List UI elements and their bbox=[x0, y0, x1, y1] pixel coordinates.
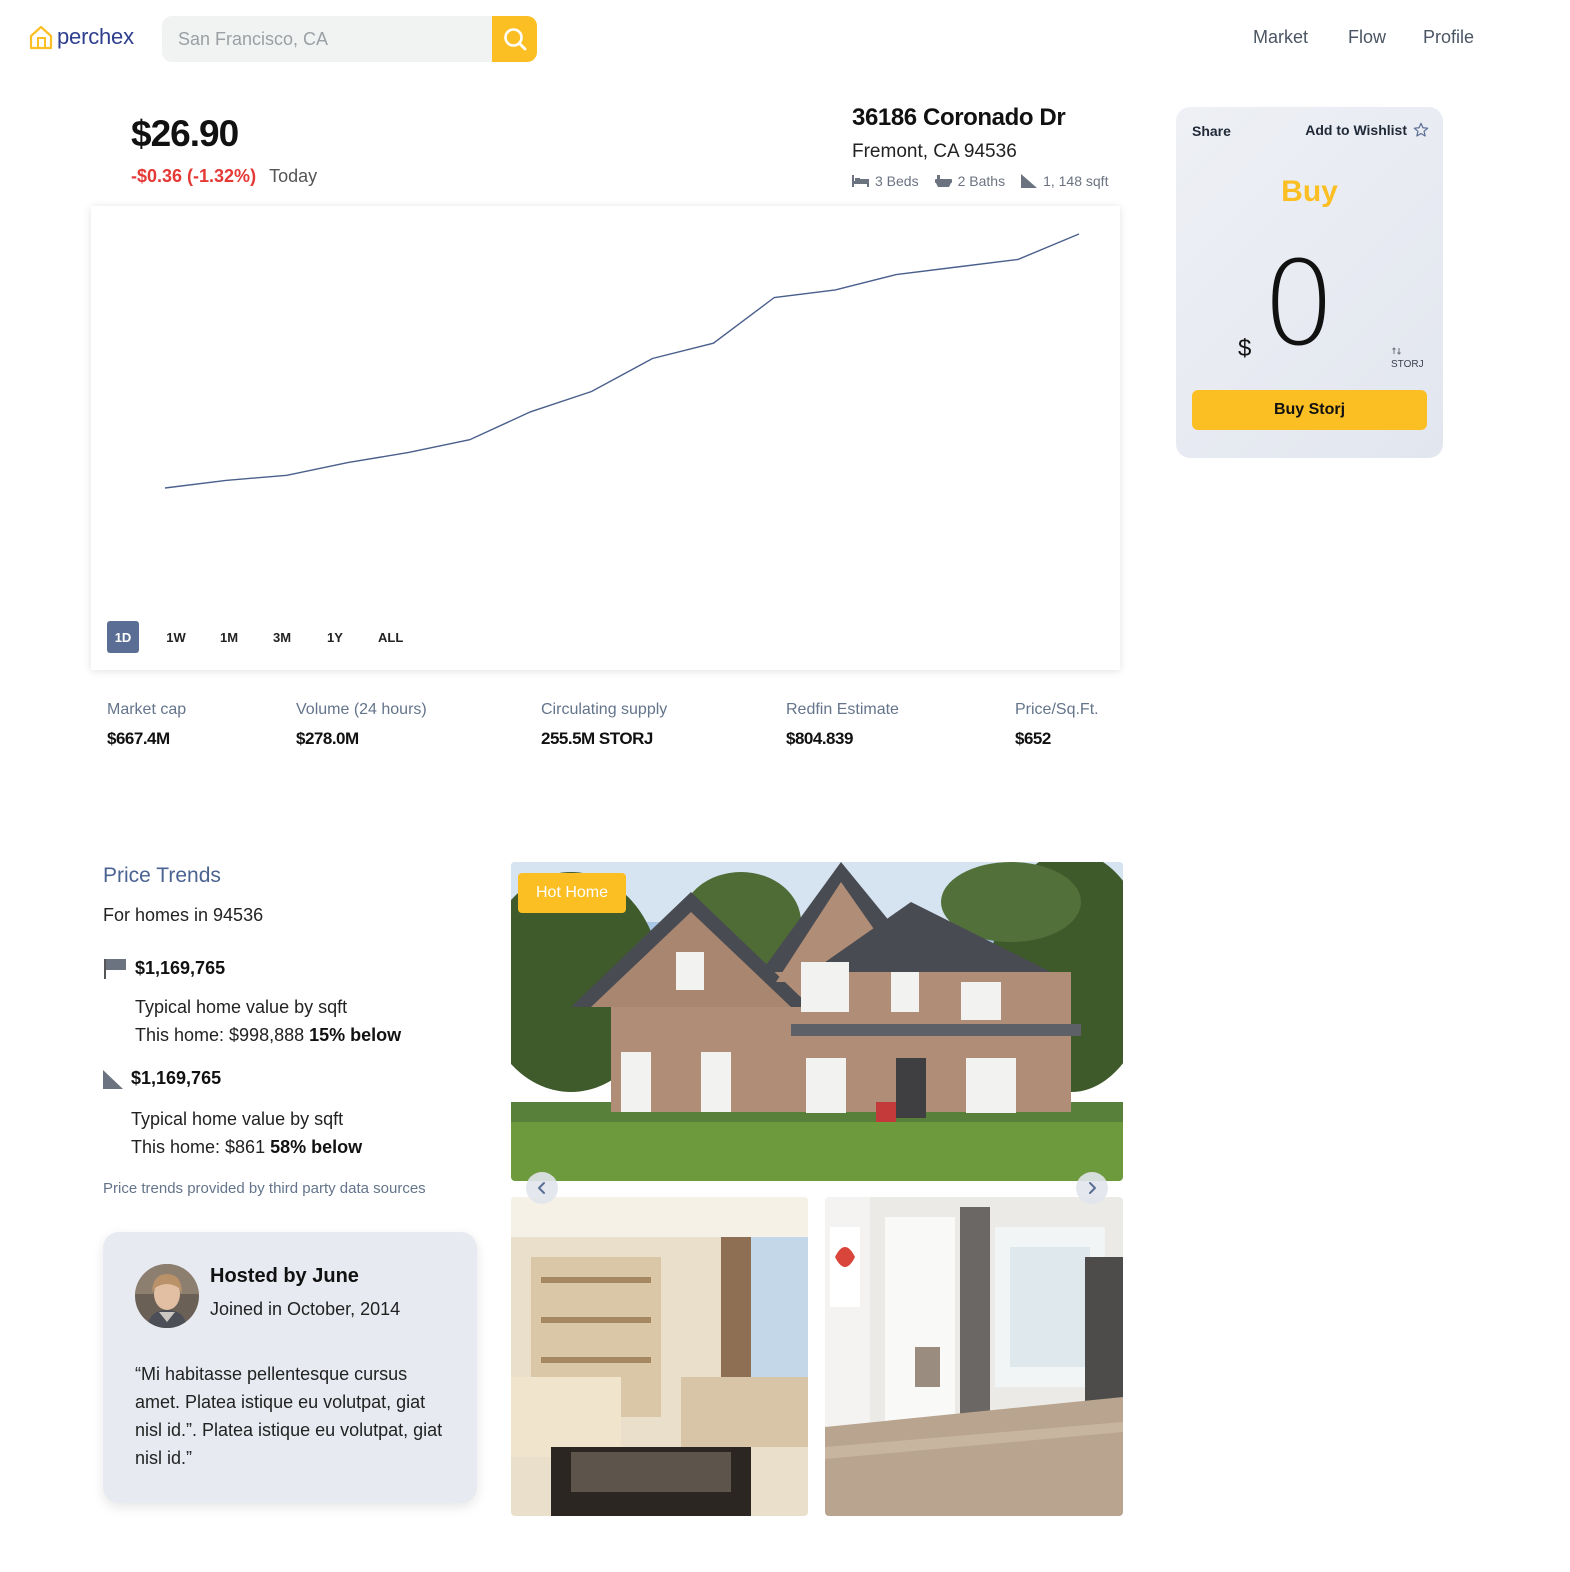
search-bar bbox=[162, 16, 537, 62]
host-card: Hosted by June Joined in October, 2014 “… bbox=[103, 1232, 477, 1503]
baths-spec: 2 Baths bbox=[934, 173, 1006, 189]
trend-value: $1,169,765 bbox=[131, 1068, 222, 1088]
stat-label: Redfin Estimate bbox=[786, 701, 899, 718]
trend-item-sqft: $1,169,765 bbox=[103, 956, 225, 980]
price-line-chart[interactable] bbox=[91, 206, 1120, 670]
wishlist-label: Add to Wishlist bbox=[1305, 122, 1407, 138]
stat-market-cap: Market cap $667.4M bbox=[107, 701, 186, 749]
logo-text: perchex bbox=[57, 24, 134, 49]
range-1w[interactable]: 1W bbox=[160, 621, 192, 653]
range-1y[interactable]: 1Y bbox=[319, 621, 351, 653]
buy-amount-input[interactable]: 0 bbox=[1262, 247, 1336, 363]
bed-icon bbox=[852, 175, 869, 187]
host-joined-date: Joined in October, 2014 bbox=[210, 1299, 401, 1319]
swap-icon[interactable] bbox=[1392, 347, 1402, 355]
nav-profile[interactable]: Profile bbox=[1423, 27, 1474, 48]
unit-label: STORJ bbox=[1391, 359, 1424, 370]
range-1d[interactable]: 1D bbox=[107, 621, 139, 653]
trend-desc-text: Typical home value by sqft bbox=[135, 997, 348, 1017]
stat-volume: Volume (24 hours) $278.0M bbox=[296, 701, 427, 749]
bathtub-icon bbox=[934, 175, 952, 187]
interior-photo[interactable] bbox=[825, 1197, 1123, 1516]
price-chart: 1D 1W 1M 3M 1Y ALL bbox=[91, 206, 1120, 670]
search-icon bbox=[503, 28, 526, 51]
share-button[interactable]: Share bbox=[1192, 123, 1231, 139]
search-button[interactable] bbox=[492, 16, 537, 62]
flag-icon bbox=[104, 959, 126, 979]
price-trends-subtitle: For homes in 94536 bbox=[103, 905, 264, 925]
hot-home-badge: Hot Home bbox=[518, 873, 626, 913]
logo[interactable]: perchex bbox=[28, 24, 134, 50]
area-icon bbox=[1021, 174, 1038, 188]
trend-diff: 58% below bbox=[270, 1137, 363, 1157]
avatar[interactable] bbox=[135, 1264, 199, 1328]
range-selector: 1D 1W 1M 3M 1Y ALL bbox=[107, 621, 430, 653]
baths-label: 2 Baths bbox=[957, 173, 1006, 189]
nav-flow[interactable]: Flow bbox=[1348, 27, 1386, 48]
stat-value: 255.5M STORJ bbox=[541, 729, 653, 748]
sqft-label: 1, 148 sqft bbox=[1043, 173, 1109, 189]
stat-value: $652 bbox=[1015, 729, 1051, 748]
buy-panel: Share Add to Wishlist Buy $ 0 STORJ Buy … bbox=[1176, 107, 1443, 458]
price-trends-note: Price trends provided by third party dat… bbox=[103, 1180, 426, 1197]
trend-this-home-value: This home: $998,888 bbox=[135, 1025, 305, 1045]
home-logo-icon bbox=[29, 25, 53, 50]
interior-image bbox=[825, 1197, 1123, 1516]
price-change-period: Today bbox=[269, 166, 318, 186]
price-change-value: -$0.36 (-1.32%) bbox=[131, 166, 257, 186]
sqft-spec: 1, 148 sqft bbox=[1021, 173, 1108, 189]
gallery-prev-button[interactable] bbox=[526, 1172, 558, 1204]
trend-item-area: $1,169,765 bbox=[103, 1068, 221, 1089]
beds-spec: 3 Beds bbox=[852, 173, 919, 189]
range-all[interactable]: ALL bbox=[372, 621, 409, 653]
buy-storj-button[interactable]: Buy Storj bbox=[1192, 390, 1427, 430]
stat-label: Circulating supply bbox=[541, 701, 668, 718]
stat-value: $278.0M bbox=[296, 729, 359, 748]
stat-price-per-sqft: Price/Sq.Ft. $652 bbox=[1015, 701, 1099, 749]
range-1m[interactable]: 1M bbox=[213, 621, 245, 653]
trend-this-home: This home: $861 58% below bbox=[131, 1133, 362, 1161]
property-street: 36186 Coronado Dr bbox=[852, 104, 1066, 131]
range-3m[interactable]: 3M bbox=[266, 621, 298, 653]
price-trends-title: Price Trends bbox=[103, 864, 221, 887]
property-specs: 3 Beds 2 Baths 1, 148 sqft bbox=[852, 173, 1118, 189]
trend-description: Typical home value by sqft This home: $9… bbox=[135, 993, 401, 1049]
trend-this-home-value: This home: $861 bbox=[131, 1137, 266, 1157]
stat-value: $804.839 bbox=[786, 729, 853, 748]
avatar-image bbox=[135, 1264, 199, 1328]
star-icon bbox=[1413, 122, 1429, 137]
trend-description: Typical home value by sqft This home: $8… bbox=[131, 1105, 362, 1161]
current-price: $26.90 bbox=[131, 113, 239, 154]
stat-label: Price/Sq.Ft. bbox=[1015, 701, 1099, 718]
chevron-left-icon bbox=[538, 1182, 545, 1194]
chevron-right-icon bbox=[1089, 1182, 1096, 1194]
stat-supply: Circulating supply 255.5M STORJ bbox=[541, 701, 667, 749]
trend-desc-text: Typical home value by sqft bbox=[131, 1109, 344, 1129]
add-to-wishlist-button[interactable]: Add to Wishlist bbox=[1305, 122, 1429, 138]
gallery-next-button[interactable] bbox=[1076, 1172, 1108, 1204]
living-room-image bbox=[511, 1197, 808, 1516]
stat-redfin-estimate: Redfin Estimate $804.839 bbox=[786, 701, 899, 749]
search-input[interactable] bbox=[162, 16, 492, 62]
area-icon bbox=[103, 1069, 123, 1089]
price-series-line bbox=[164, 233, 1080, 489]
buy-title: Buy bbox=[1281, 175, 1338, 208]
trend-value: $1,169,765 bbox=[135, 957, 226, 978]
price-change: -$0.36 (-1.32%) Today bbox=[131, 166, 317, 187]
property-city: Fremont, CA 94536 bbox=[852, 141, 1017, 162]
beds-label: 3 Beds bbox=[875, 173, 919, 189]
stat-label: Volume (24 hours) bbox=[296, 701, 427, 718]
currency-symbol: $ bbox=[1238, 335, 1252, 362]
trend-this-home: This home: $998,888 15% below bbox=[135, 1021, 401, 1049]
living-room-photo[interactable] bbox=[511, 1197, 808, 1516]
host-quote: “Mi habitasse pellentesque cursus amet. … bbox=[135, 1364, 443, 1468]
trend-diff: 15% below bbox=[309, 1025, 402, 1045]
nav-market[interactable]: Market bbox=[1253, 27, 1308, 48]
host-name: Hosted by June bbox=[210, 1265, 359, 1287]
stat-value: $667.4M bbox=[107, 729, 170, 748]
stat-label: Market cap bbox=[107, 701, 187, 718]
